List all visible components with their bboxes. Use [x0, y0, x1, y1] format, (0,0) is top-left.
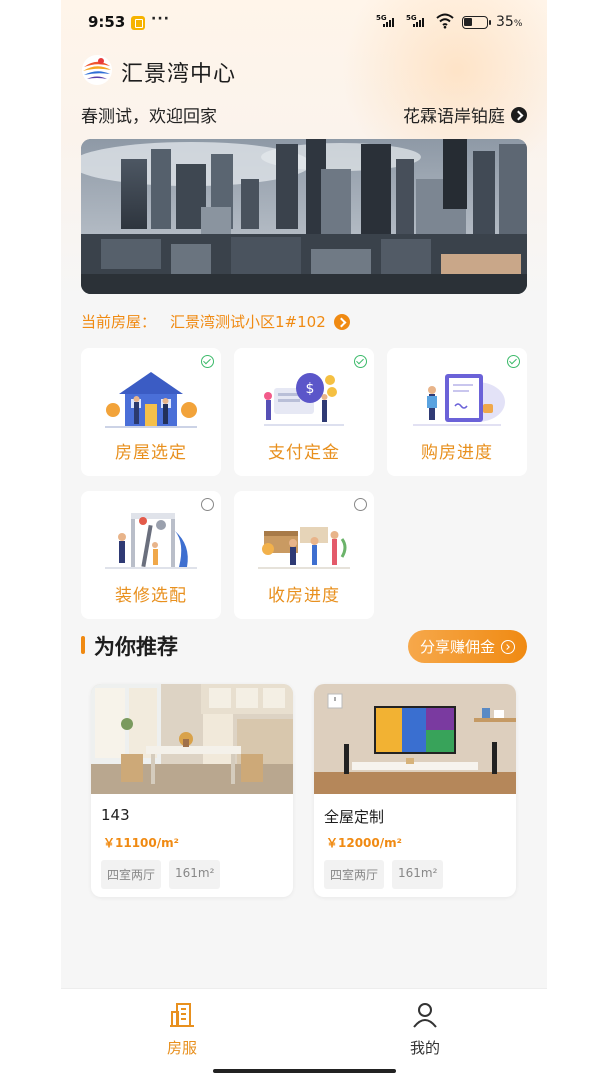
house-tags: 四室两厅 161m² — [101, 860, 221, 889]
house-name: 143 — [101, 806, 130, 824]
house-layout-tag: 四室两厅 — [324, 860, 385, 889]
completed-check-icon — [201, 355, 214, 368]
service-card-purchase-progress[interactable]: 购房进度 — [387, 348, 527, 476]
notification-app-icon — [131, 16, 145, 30]
house-selection-illustration — [105, 372, 197, 428]
chevron-right-icon — [333, 313, 350, 330]
house-price: ￥12000/m² — [326, 836, 402, 850]
user-icon — [413, 1003, 437, 1028]
service-card-handover-progress[interactable]: 收房进度 — [234, 491, 374, 619]
tab-label: 我的 — [409, 1039, 440, 1057]
more-notifications-icon: ··· — [151, 11, 170, 27]
building-icon — [170, 1003, 194, 1027]
share-button-label: 分享赚佣金 — [419, 638, 495, 656]
house-name: 全屋定制 — [324, 808, 385, 826]
service-label: 装修选配 — [115, 586, 187, 606]
signal-icon: 5G — [376, 14, 400, 30]
pending-radio-icon — [354, 498, 367, 511]
decoration-illustration — [105, 513, 197, 569]
house-layout-tag: 四室两厅 — [101, 860, 162, 889]
status-time: 9:53 — [88, 13, 126, 31]
house-area-tag: 161m² — [169, 860, 221, 889]
completed-check-icon — [354, 355, 367, 368]
service-label: 购房进度 — [421, 443, 493, 463]
payment-deposit-illustration: $ — [264, 373, 344, 426]
house-card[interactable]: 143 ￥11100/m² 四室两厅 161m² — [91, 684, 293, 897]
bottom-tab-bar: 房服 我的 — [61, 988, 547, 1080]
house-card[interactable]: 全屋定制 ￥12000/m² 四室两厅 161m² — [314, 684, 516, 897]
phone-screen: 9:53 ··· 5G 5G 35% 汇景湾中心 春测试，欢迎回家 花霖语岸铂庭 — [61, 0, 547, 1080]
purchase-progress-illustration — [413, 374, 505, 426]
svg-text:$: $ — [306, 381, 315, 397]
city-skyline-image — [81, 139, 527, 294]
service-label: 收房进度 — [268, 586, 340, 606]
tab-home-service[interactable]: 房服 — [142, 1001, 222, 1058]
current-house-value: 汇景湾测试小区1#102 — [170, 313, 326, 331]
status-bar: 9:53 ··· 5G 5G 35% — [61, 0, 547, 46]
service-card-house-selection[interactable]: 房屋选定 — [81, 348, 221, 476]
service-label: 支付定金 — [268, 443, 340, 463]
community-switch[interactable]: 花霖语岸铂庭 — [403, 102, 527, 127]
signal-icon-2: 5G — [406, 14, 430, 30]
current-house-label: 当前房屋： — [81, 313, 157, 331]
welcome-text: 春测试，欢迎回家 — [81, 107, 217, 127]
completed-check-icon — [507, 355, 520, 368]
community-name: 花霖语岸铂庭 — [403, 107, 505, 127]
house-tags: 四室两厅 161m² — [324, 860, 444, 889]
app-title: 汇景湾中心 — [121, 62, 237, 87]
share-earn-commission-button[interactable]: 分享赚佣金 — [408, 630, 527, 663]
recommend-title: 为你推荐 — [94, 635, 178, 659]
service-card-decoration[interactable]: 装修选配 — [81, 491, 221, 619]
battery-percent: 35% — [496, 14, 523, 30]
chevron-right-circle-icon — [501, 639, 515, 654]
house-price: ￥11100/m² — [103, 836, 179, 850]
wifi-icon — [436, 13, 454, 29]
house-photo-kitchen — [91, 684, 293, 794]
handover-progress-illustration — [258, 527, 350, 569]
current-house-row[interactable]: 当前房屋： 汇景湾测试小区1#102 — [81, 311, 350, 332]
home-indicator[interactable] — [213, 1069, 396, 1073]
chevron-right-icon — [511, 106, 527, 123]
app-logo-icon — [82, 55, 112, 85]
house-photo-living-room — [314, 684, 516, 794]
tab-mine[interactable]: 我的 — [385, 1001, 465, 1058]
section-accent-bar — [81, 636, 85, 654]
pending-radio-icon — [201, 498, 214, 511]
tab-label: 房服 — [166, 1039, 197, 1057]
service-card-pay-deposit[interactable]: $ 支付定金 — [234, 348, 374, 476]
battery-icon — [462, 16, 491, 29]
service-label: 房屋选定 — [115, 443, 187, 463]
house-area-tag: 161m² — [392, 860, 444, 889]
city-banner-image[interactable] — [81, 139, 527, 294]
